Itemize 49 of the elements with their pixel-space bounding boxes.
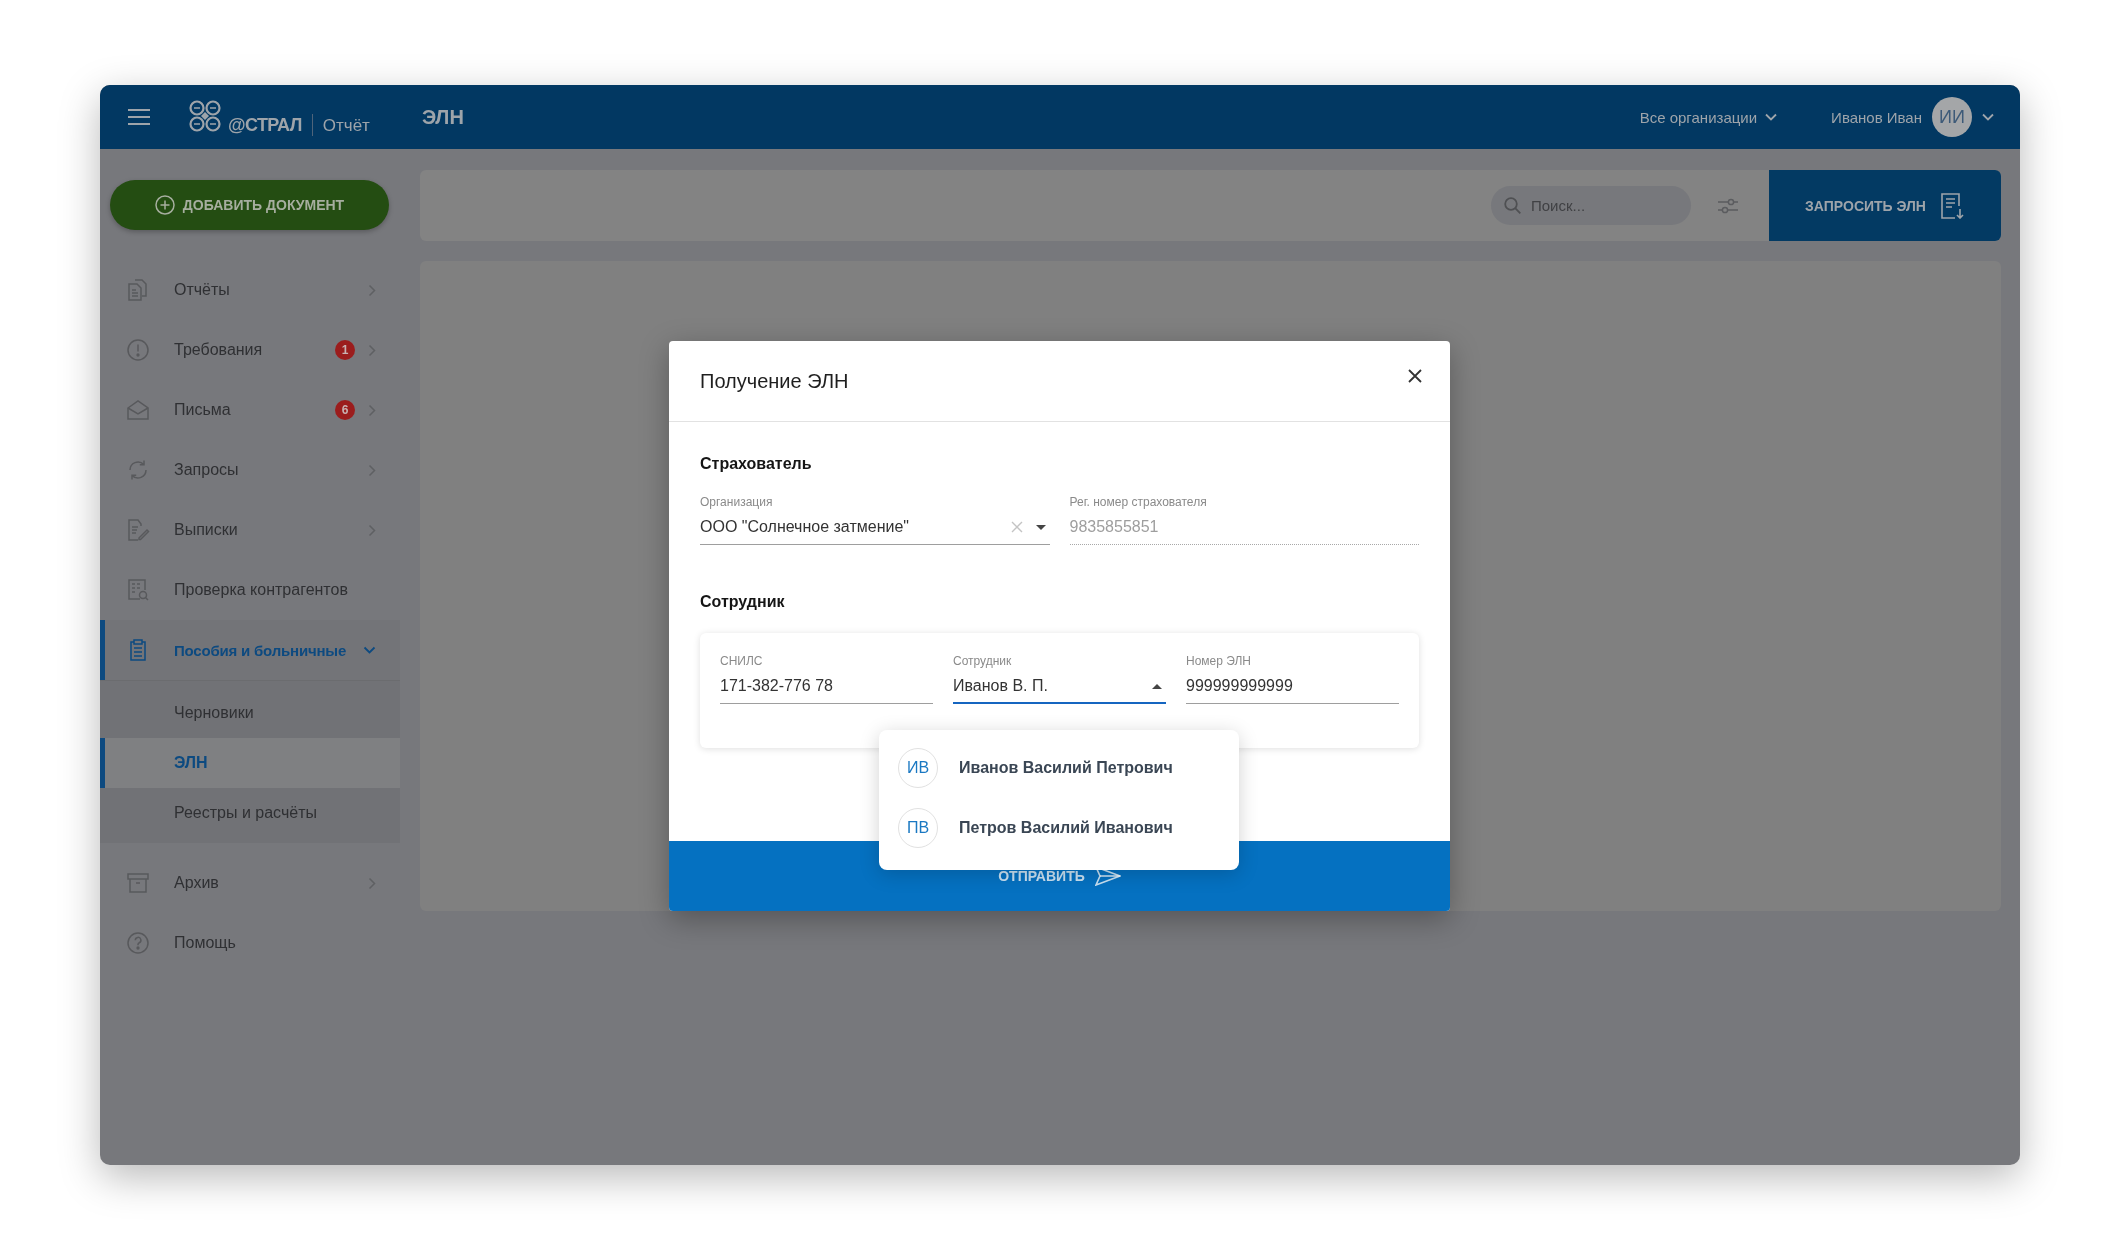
- submenu-item[interactable]: ЭЛН: [100, 738, 400, 788]
- caret-down-icon: [1035, 524, 1046, 530]
- add-document-button[interactable]: ДОБАВИТЬ ДОКУМЕНТ: [110, 180, 389, 230]
- submenu-item[interactable]: Черновики: [100, 688, 400, 738]
- product-name: Отчёт: [322, 116, 370, 136]
- table-magnifier-icon: [126, 578, 150, 602]
- request-button[interactable]: ЗАПРОСИТЬ ЭЛН: [1769, 170, 2001, 241]
- sidebar-item[interactable]: Письма 6: [100, 380, 400, 440]
- count-badge: 1: [335, 340, 355, 360]
- search-icon: [1504, 197, 1521, 214]
- combobox-field[interactable]: Сотрудник Иванов В. П.: [953, 653, 1166, 704]
- sidebar-item[interactable]: Требования 1: [100, 320, 400, 380]
- user-avatar: ИИ: [1932, 97, 1972, 137]
- documents-icon: [126, 278, 150, 302]
- document-pencil-icon: [126, 518, 150, 542]
- text-field[interactable]: СНИЛС 171-382-776 78: [720, 653, 933, 704]
- logo-wordmark: @СТРАЛ: [228, 114, 302, 136]
- dropdown-field[interactable]: Организация ООО "Солнечное затмение": [700, 494, 1050, 545]
- search-field[interactable]: Поиск...: [1491, 186, 1691, 225]
- page-title: ЭЛН: [421, 105, 464, 129]
- user-menu[interactable]: Иванов Иван ИИ: [1831, 97, 1994, 137]
- chevron-down-icon: [1982, 113, 1994, 121]
- chevron-down-icon: [1765, 113, 1778, 121]
- section-heading: Страхователь: [700, 454, 813, 474]
- sidebar-item[interactable]: Архив: [100, 853, 400, 913]
- section-heading: Сотрудник: [700, 592, 786, 612]
- dialog-title: Получение ЭЛН: [700, 369, 849, 393]
- sidebar-item[interactable]: Выписки: [100, 500, 400, 560]
- sidebar-item[interactable]: Проверка контрагентов: [100, 560, 400, 620]
- sliders-icon[interactable]: [1718, 197, 1738, 214]
- plus-circle-icon: [154, 195, 175, 215]
- count-badge: 6: [335, 400, 355, 420]
- dropdown-option[interactable]: ИВ Иванов Василий Петрович: [879, 738, 1239, 798]
- organization-selector[interactable]: Все организации: [1639, 108, 1778, 126]
- text-field[interactable]: Номер ЭЛН 999999999999: [1186, 653, 1399, 704]
- help-icon: [126, 931, 150, 955]
- sidebar-item[interactable]: Запросы: [100, 440, 400, 500]
- logo-icon: [188, 99, 222, 133]
- refresh-icon: [126, 458, 150, 482]
- submenu-item[interactable]: Реестры и расчёты: [100, 788, 400, 838]
- document-arrow-icon: [1940, 192, 1965, 219]
- sidebar-item[interactable]: Отчёты: [100, 260, 400, 320]
- close-icon[interactable]: [1408, 369, 1422, 383]
- archive-box-icon: [126, 871, 150, 895]
- envelope-icon: [126, 398, 150, 422]
- exclamation-circle-icon: [126, 338, 150, 362]
- sidebar-item[interactable]: Помощь: [100, 913, 400, 973]
- menu-icon[interactable]: [128, 109, 150, 125]
- readonly-field: Рег. номер страхователя 9835855851: [1069, 494, 1419, 545]
